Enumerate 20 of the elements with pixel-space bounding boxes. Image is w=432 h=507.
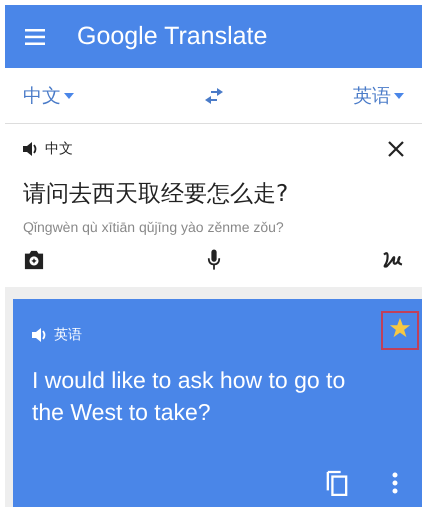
source-language-selector[interactable]: 中文 <box>23 82 74 108</box>
copy-icon[interactable] <box>326 470 348 496</box>
speaker-icon[interactable] <box>23 142 39 156</box>
swap-icon[interactable] <box>202 88 224 104</box>
app-title: Google Translate <box>77 22 268 51</box>
star-icon[interactable] <box>389 317 411 339</box>
romanization-text: Qǐngwèn qù xītiān qǔjīng yào zěnme zǒu? <box>23 219 285 235</box>
caret-icon <box>394 92 404 98</box>
more-options-icon[interactable] <box>392 472 398 494</box>
camera-icon[interactable] <box>23 250 45 270</box>
target-language-selector[interactable]: 英语 <box>353 82 404 108</box>
close-icon[interactable] <box>388 141 404 157</box>
translation-text: I would like to ask how to go to the West to take? <box>32 366 346 427</box>
handwriting-icon[interactable] <box>382 251 404 269</box>
target-language-label: 英语 <box>54 326 82 344</box>
menu-icon[interactable] <box>25 28 45 44</box>
source-language-label: 中文 <box>45 140 73 158</box>
caret-icon <box>64 92 74 98</box>
source-text: 请问去西天取经要怎么走? <box>23 180 290 209</box>
microphone-icon[interactable] <box>206 249 220 271</box>
